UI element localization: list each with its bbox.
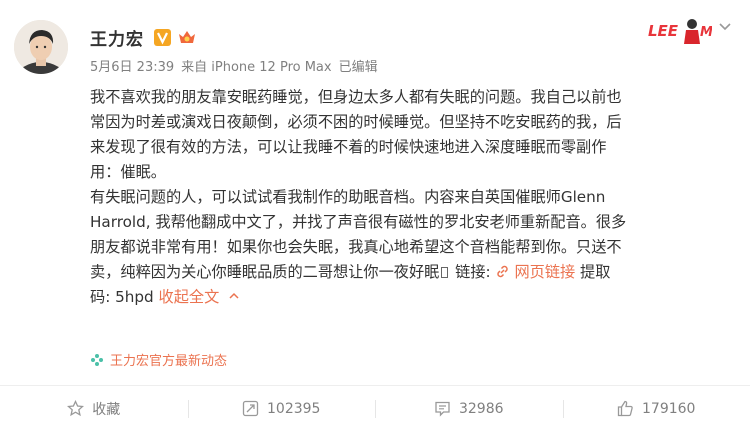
content-line: 常因为时差或演戏日夜颠倒，必须不困的时候睡觉。但坚持不吃安眠药的我，后 bbox=[90, 113, 622, 131]
content-line-with-collapse: 码: 5hpd 收起全文 bbox=[90, 285, 730, 310]
post-meta: 5月6日 23:39 来自 iPhone 12 Pro Max 已编辑 bbox=[90, 56, 385, 75]
missing-glyph-box bbox=[441, 267, 449, 278]
edited-label[interactable]: 已编辑 bbox=[339, 60, 378, 75]
favorite-button[interactable]: 收藏 bbox=[0, 386, 188, 431]
avatar[interactable] bbox=[14, 20, 68, 74]
content-line: 朋友都说非常有用！如果你也会失眠，我真心地希望这个音档能帮到你。只送不 bbox=[90, 238, 622, 256]
post-content: 我不喜欢我的朋友靠安眠药睡觉，但身边太多人都有失眠的问题。我自己以前也 常因为时… bbox=[90, 85, 730, 310]
author-name[interactable]: 王力宏 bbox=[90, 25, 144, 50]
thumbs-up-icon bbox=[617, 400, 633, 417]
link-prefix: 链接: bbox=[450, 263, 496, 281]
star-icon bbox=[67, 400, 85, 417]
content-line: 用：催眠。 bbox=[90, 163, 166, 181]
comment-icon bbox=[435, 401, 450, 417]
like-button[interactable]: 179160 bbox=[562, 386, 750, 431]
post-source: 来自 iPhone 12 Pro Max bbox=[181, 60, 332, 75]
chevron-up-icon[interactable] bbox=[229, 291, 239, 301]
like-count: 179160 bbox=[642, 400, 696, 417]
content-line: 来发现了很有效的方法，可以让我睡不着的时候快速地进入深度睡眠而零副作 bbox=[90, 138, 607, 156]
repost-icon bbox=[242, 400, 259, 417]
repost-count: 102395 bbox=[267, 400, 321, 417]
content-line: 有失眠问题的人，可以试试看我制作的助眠音档。内容来自英国催眠师Glenn bbox=[90, 188, 606, 206]
link-icon bbox=[497, 265, 509, 278]
author-row: 王力宏 bbox=[90, 25, 197, 50]
source-topic[interactable]: 王力宏官方最新动态 bbox=[90, 350, 227, 369]
source-topic-label: 王力宏官方最新动态 bbox=[110, 354, 228, 369]
web-link-label: 网页链接 bbox=[514, 263, 576, 281]
sparkle-icon bbox=[91, 353, 103, 366]
weibo-post: LEE M 王力宏 5月6日 23:39 来自 iPhone 12 Pro Max… bbox=[0, 0, 750, 431]
svg-text:M: M bbox=[700, 25, 712, 40]
comment-count: 32986 bbox=[458, 400, 504, 417]
member-crown-icon[interactable] bbox=[177, 28, 197, 46]
svg-text:LEE: LEE bbox=[648, 22, 679, 40]
collapse-button[interactable]: 收起全文 bbox=[159, 288, 220, 306]
comment-button[interactable]: 32986 bbox=[375, 386, 563, 431]
action-bar: 收藏 102395 32986 179160 bbox=[0, 385, 750, 431]
content-line: Harrold, 我帮他翻成中文了，并找了声音很有磁性的罗北安老师重新配音。很多 bbox=[90, 213, 627, 231]
verified-v-icon[interactable] bbox=[154, 28, 171, 46]
fan-badge-icon: LEE M bbox=[648, 19, 712, 44]
repost-button[interactable]: 102395 bbox=[187, 386, 376, 431]
web-link[interactable]: 网页链接 bbox=[495, 263, 575, 281]
content-text: 码: 5hpd bbox=[90, 288, 159, 306]
content-text: 提取 bbox=[575, 263, 611, 281]
content-text: 卖，纯粹因为关心你睡眠品质的二哥想让你一夜好眠 bbox=[90, 263, 440, 281]
chevron-down-icon[interactable] bbox=[718, 20, 732, 34]
post-time[interactable]: 5月6日 23:39 bbox=[90, 60, 174, 75]
content-line: 我不喜欢我的朋友靠安眠药睡觉，但身边太多人都有失眠的问题。我自己以前也 bbox=[90, 88, 622, 106]
favorite-label: 收藏 bbox=[92, 401, 121, 418]
content-line-with-link: 卖，纯粹因为关心你睡眠品质的二哥想让你一夜好眠 链接: 网页链接 提取 bbox=[90, 260, 730, 285]
